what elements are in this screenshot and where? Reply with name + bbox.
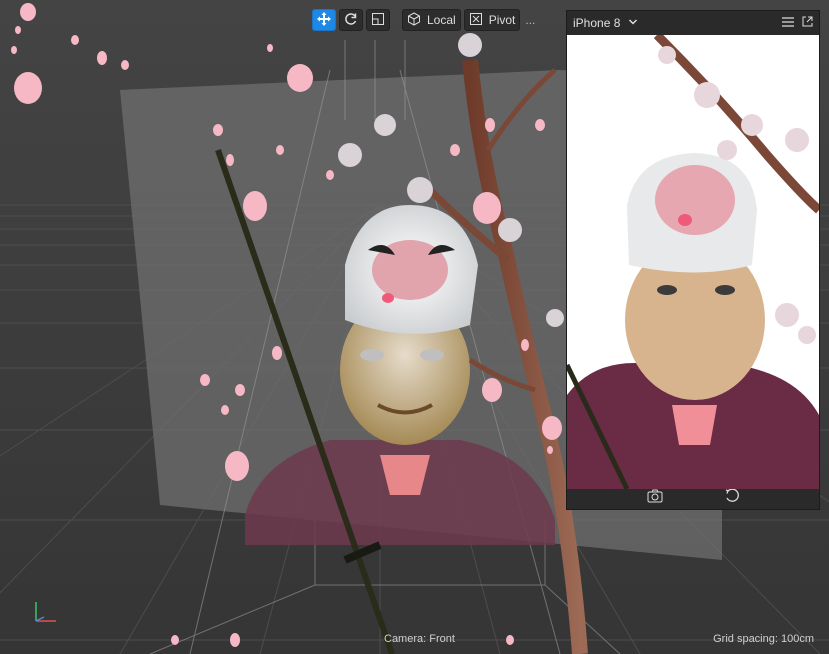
device-name: iPhone 8 [573, 16, 621, 30]
preview-footer [567, 487, 819, 509]
cube-icon [407, 11, 421, 29]
right-eye [420, 349, 444, 361]
scene-viewport[interactable]: Local Pivot ... iPhone 8 Camera: Front G… [0, 0, 829, 654]
local-label: Local [427, 13, 456, 27]
pivot-icon [469, 12, 483, 29]
flip-camera-icon[interactable] [725, 488, 739, 508]
camera-capture-icon[interactable] [647, 489, 663, 508]
device-selector[interactable]: iPhone 8 [573, 16, 638, 30]
device-preview-panel: iPhone 8 [566, 10, 820, 510]
chevron-down-icon [628, 16, 638, 30]
pivot-button[interactable]: Pivot [463, 9, 521, 31]
preview-screen[interactable] [567, 35, 819, 489]
transform-toolbar: Local Pivot ... [312, 9, 535, 31]
camera-status: Camera: Front [384, 633, 455, 645]
menu-icon[interactable] [782, 16, 794, 30]
toolbar-overflow[interactable]: ... [525, 13, 535, 27]
preview-header: iPhone 8 [567, 11, 819, 35]
grid-spacing-status: Grid spacing: 100cm [713, 633, 814, 645]
scale-icon [371, 12, 385, 29]
mask-mouth [382, 293, 394, 303]
preview-eye-right [715, 285, 735, 295]
preview-mask-tint [655, 165, 735, 235]
rotate-tool-button[interactable] [339, 9, 363, 31]
move-icon [317, 11, 331, 29]
rotate-icon [344, 12, 358, 29]
preview-neck-overlay [672, 405, 717, 445]
move-tool-button[interactable] [312, 9, 336, 31]
scale-tool-button[interactable] [366, 9, 390, 31]
popout-icon[interactable] [802, 16, 813, 30]
left-eye [360, 349, 384, 361]
preview-mask-mouth [678, 214, 692, 226]
local-space-button[interactable]: Local [402, 9, 461, 31]
preview-eye-left [657, 285, 677, 295]
preview-render [567, 35, 819, 489]
pivot-label: Pivot [488, 13, 516, 27]
